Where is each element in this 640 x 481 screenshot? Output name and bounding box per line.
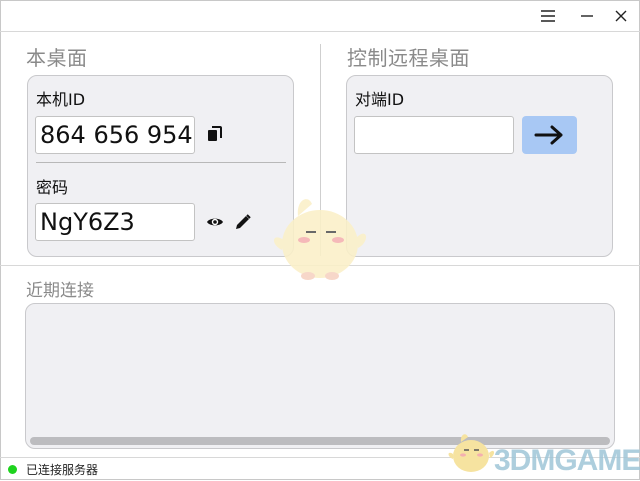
mascot-watermark — [273, 199, 367, 280]
menu-button[interactable] — [534, 4, 562, 28]
peer-id-label: 对端ID — [355, 90, 405, 109]
connection-status-text: 已连接服务器 — [26, 463, 99, 477]
eye-icon[interactable] — [206, 213, 224, 231]
local-panel-separator — [36, 162, 286, 163]
local-desktop-title: 本桌面 — [26, 46, 88, 70]
local-id-value[interactable]: 864 656 954 — [35, 116, 195, 154]
minimize-icon — [581, 15, 593, 17]
close-icon — [615, 10, 627, 22]
pencil-icon[interactable] — [234, 213, 252, 231]
password-value[interactable]: NgY6Z3 — [35, 203, 195, 241]
title-bar — [0, 0, 640, 32]
watermark-text: 3DMGAME — [494, 444, 640, 477]
hamburger-icon — [541, 10, 555, 22]
recent-connections-title: 近期连接 — [26, 281, 94, 301]
connect-button[interactable] — [522, 116, 577, 154]
recent-connections-list[interactable] — [25, 303, 615, 449]
close-button[interactable] — [607, 4, 635, 28]
peer-id-input[interactable] — [354, 116, 514, 154]
remote-desktop-title: 控制远程桌面 — [347, 46, 470, 70]
local-id-label: 本机ID — [36, 90, 86, 109]
local-desktop-panel: 本机ID 864 656 954 密码 NgY6Z3 — [27, 75, 294, 257]
arrow-right-icon — [534, 125, 563, 145]
connection-status-indicator — [8, 465, 17, 474]
mascot-logo-icon — [448, 434, 495, 472]
password-label: 密码 — [36, 178, 69, 197]
minimize-button[interactable] — [573, 4, 601, 28]
remote-desktop-panel: 对端ID — [346, 75, 613, 257]
title-divider — [0, 31, 640, 32]
copy-icon[interactable] — [206, 126, 224, 144]
